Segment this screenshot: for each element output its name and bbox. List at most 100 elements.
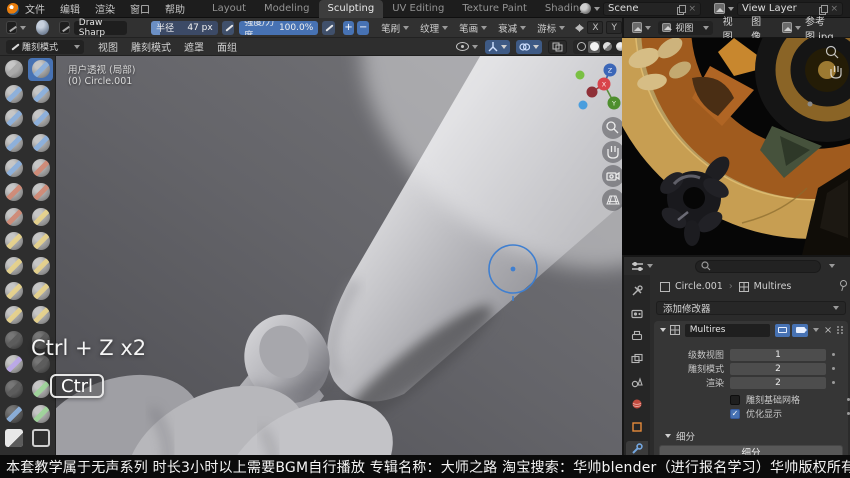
brush-thumbnail-icon[interactable] bbox=[59, 21, 70, 34]
scene-close-icon[interactable]: × bbox=[688, 4, 696, 14]
brush-scrape[interactable] bbox=[1, 205, 26, 228]
tab-sculpting[interactable]: Sculpting bbox=[319, 0, 384, 18]
brush-rotate[interactable] bbox=[28, 304, 53, 327]
image-datablock-chevron-icon[interactable] bbox=[795, 26, 801, 30]
viewport-3d[interactable]: Z X Y bbox=[56, 56, 622, 455]
panel-expand-icon[interactable] bbox=[660, 328, 666, 332]
modifier-close-icon[interactable]: × bbox=[824, 325, 832, 336]
show-render-toggle[interactable] bbox=[792, 324, 807, 337]
animate-dot-icon[interactable] bbox=[832, 381, 835, 384]
levels-sculpt-field[interactable]: 2 bbox=[730, 363, 826, 375]
editor-type-icon[interactable] bbox=[6, 21, 17, 34]
tab-layout[interactable]: Layout bbox=[203, 0, 255, 18]
view-layer-copy-icon[interactable] bbox=[819, 5, 826, 13]
tab-modeling[interactable]: Modeling bbox=[255, 0, 319, 18]
tab-texture-paint[interactable]: Texture Paint bbox=[453, 0, 536, 18]
symmetry-y-button[interactable]: Y bbox=[606, 21, 622, 34]
image-editor-type-icon[interactable] bbox=[632, 22, 642, 33]
show-viewport-toggle[interactable] bbox=[775, 324, 790, 337]
properties-search-input[interactable] bbox=[695, 260, 821, 273]
scene-field[interactable]: Scene × bbox=[603, 2, 701, 16]
brush-elastic-deform[interactable] bbox=[1, 255, 26, 278]
brush-flatten[interactable] bbox=[1, 181, 26, 204]
tab-render[interactable] bbox=[626, 306, 648, 323]
shading-solid-button[interactable] bbox=[588, 41, 600, 53]
animate-dot-icon[interactable] bbox=[832, 353, 835, 356]
menu-help[interactable]: 帮助 bbox=[165, 1, 185, 16]
visibility-chevron-icon[interactable] bbox=[472, 45, 478, 49]
brush-inflate[interactable] bbox=[1, 132, 26, 155]
brush-preview-icon[interactable] bbox=[36, 20, 48, 35]
breadcrumb-object[interactable]: Circle.001 bbox=[675, 281, 723, 292]
menu-file[interactable]: 文件 bbox=[25, 1, 45, 16]
scene-chevron-icon[interactable] bbox=[594, 7, 600, 11]
brush-displacement-eraser[interactable] bbox=[1, 402, 26, 425]
blender-logo-icon[interactable] bbox=[7, 3, 19, 15]
tab-scene[interactable] bbox=[626, 373, 648, 390]
optimal-display-checkbox[interactable]: ✓ bbox=[730, 409, 740, 419]
add-brush-button[interactable]: + bbox=[343, 21, 355, 35]
modifier-name-field[interactable]: Multires bbox=[685, 324, 770, 337]
xray-toggle[interactable] bbox=[548, 40, 567, 54]
strength-slider[interactable]: 强度/力度 100.0% bbox=[239, 21, 318, 35]
brush-clay-thumb[interactable] bbox=[1, 107, 26, 130]
properties-filter-chevron-icon[interactable] bbox=[829, 264, 835, 268]
levels-render-field[interactable]: 2 bbox=[730, 377, 826, 389]
gizmo-neg-z-ball[interactable] bbox=[579, 101, 588, 110]
image-datablock-icon[interactable] bbox=[782, 22, 792, 33]
gizmo-axis-ball[interactable] bbox=[576, 71, 585, 80]
brush-crease[interactable] bbox=[1, 156, 26, 179]
brush-pose[interactable] bbox=[28, 279, 53, 302]
image-editor-type-chevron-icon[interactable] bbox=[645, 26, 651, 30]
scene-icon[interactable] bbox=[580, 3, 591, 14]
radius-slider[interactable]: 半径 47 px bbox=[151, 21, 218, 35]
brush-thumb[interactable] bbox=[1, 279, 26, 302]
mode-dropdown[interactable]: 雕刻模式 bbox=[6, 40, 84, 54]
brush-snake-hook[interactable] bbox=[28, 255, 53, 278]
brush-displacement-smear[interactable] bbox=[28, 402, 53, 425]
levels-viewport-field[interactable]: 1 bbox=[730, 349, 826, 361]
radius-pressure-toggle[interactable] bbox=[222, 21, 234, 35]
brush-layer[interactable] bbox=[28, 107, 53, 130]
properties-type-chevron-icon[interactable] bbox=[647, 264, 653, 268]
brush-clay[interactable] bbox=[1, 82, 26, 105]
gizmo-neg-x-ball[interactable] bbox=[587, 87, 598, 98]
reference-image-view[interactable] bbox=[622, 38, 850, 255]
menu-render[interactable]: 渲染 bbox=[95, 1, 115, 16]
symmetry-x-button[interactable]: X bbox=[587, 21, 603, 34]
editor-type-chevron-icon[interactable] bbox=[20, 26, 26, 30]
brush-grab[interactable] bbox=[28, 230, 53, 253]
brush-mask[interactable] bbox=[1, 378, 26, 401]
vp-menu-face-sets[interactable]: 面组 bbox=[217, 39, 237, 54]
popover-stroke[interactable]: 笔画 bbox=[459, 21, 487, 35]
brush-nudge[interactable] bbox=[1, 304, 26, 327]
brush-smooth[interactable] bbox=[28, 156, 53, 179]
popover-brush[interactable]: 笔刷 bbox=[381, 21, 409, 35]
animate-dot-icon[interactable] bbox=[832, 367, 835, 370]
tab-tool[interactable] bbox=[626, 283, 648, 300]
view-layer-chevron-icon[interactable] bbox=[728, 7, 734, 11]
sculpt-base-mesh-checkbox[interactable]: ✓ bbox=[730, 395, 740, 405]
visibility-eye-icon[interactable] bbox=[456, 42, 469, 51]
brush-draw-sharp[interactable] bbox=[28, 58, 53, 81]
brush-box-mask[interactable] bbox=[1, 427, 26, 450]
modifier-extras-chevron-icon[interactable] bbox=[813, 328, 819, 332]
brush-simplify[interactable] bbox=[1, 353, 26, 376]
menu-edit[interactable]: 编辑 bbox=[60, 1, 80, 16]
brush-pinch[interactable] bbox=[1, 230, 26, 253]
popover-texture[interactable]: 纹理 bbox=[420, 21, 448, 35]
shading-material-button[interactable] bbox=[601, 41, 613, 53]
brush-name-field[interactable]: Draw Sharp bbox=[74, 21, 127, 35]
tab-world[interactable] bbox=[626, 396, 648, 413]
overlays-toggle[interactable] bbox=[516, 40, 542, 54]
subdivision-section-header[interactable]: 细分 bbox=[662, 429, 695, 443]
brush-box-hide[interactable] bbox=[28, 427, 53, 450]
tab-uv-editing[interactable]: UV Editing bbox=[383, 0, 453, 18]
shading-wireframe-button[interactable] bbox=[575, 41, 587, 53]
brush-draw[interactable] bbox=[1, 58, 26, 81]
vp-menu-sculpt[interactable]: 雕刻模式 bbox=[131, 39, 171, 54]
drag-handle-icon[interactable] bbox=[836, 325, 844, 335]
properties-editor-type-icon[interactable] bbox=[631, 261, 644, 272]
vp-menu-view[interactable]: 视图 bbox=[98, 39, 118, 54]
pin-icon[interactable] bbox=[838, 280, 847, 291]
